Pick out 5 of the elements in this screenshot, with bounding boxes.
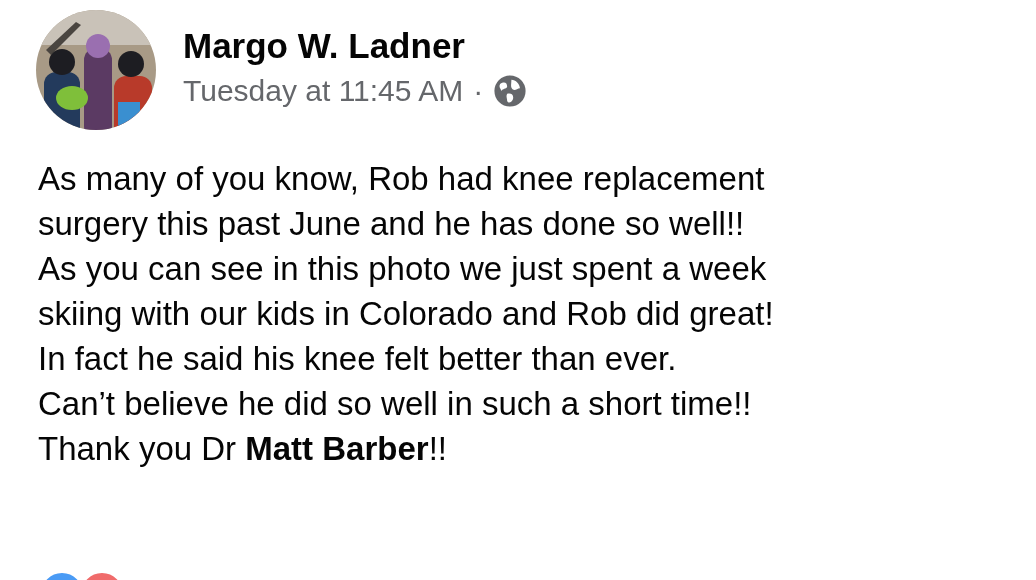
globe-icon <box>493 74 528 108</box>
separator-dot: · <box>473 73 484 109</box>
author-name[interactable]: Margo W. Ladner <box>183 24 528 68</box>
post-text: As many of you know, Rob had knee replacement surgery this past June and he has done so well!! As you can see in this photo we just spent a week skiing with our kids in Colorado and Rob did great! In fact he said his knee felt better than ever. Can’t believe he did so well in such a short time!! Thank you Dr Matt Barber!! <box>37 159 775 469</box>
post-time[interactable]: Tuesday at 11:45 AM <box>183 72 464 110</box>
